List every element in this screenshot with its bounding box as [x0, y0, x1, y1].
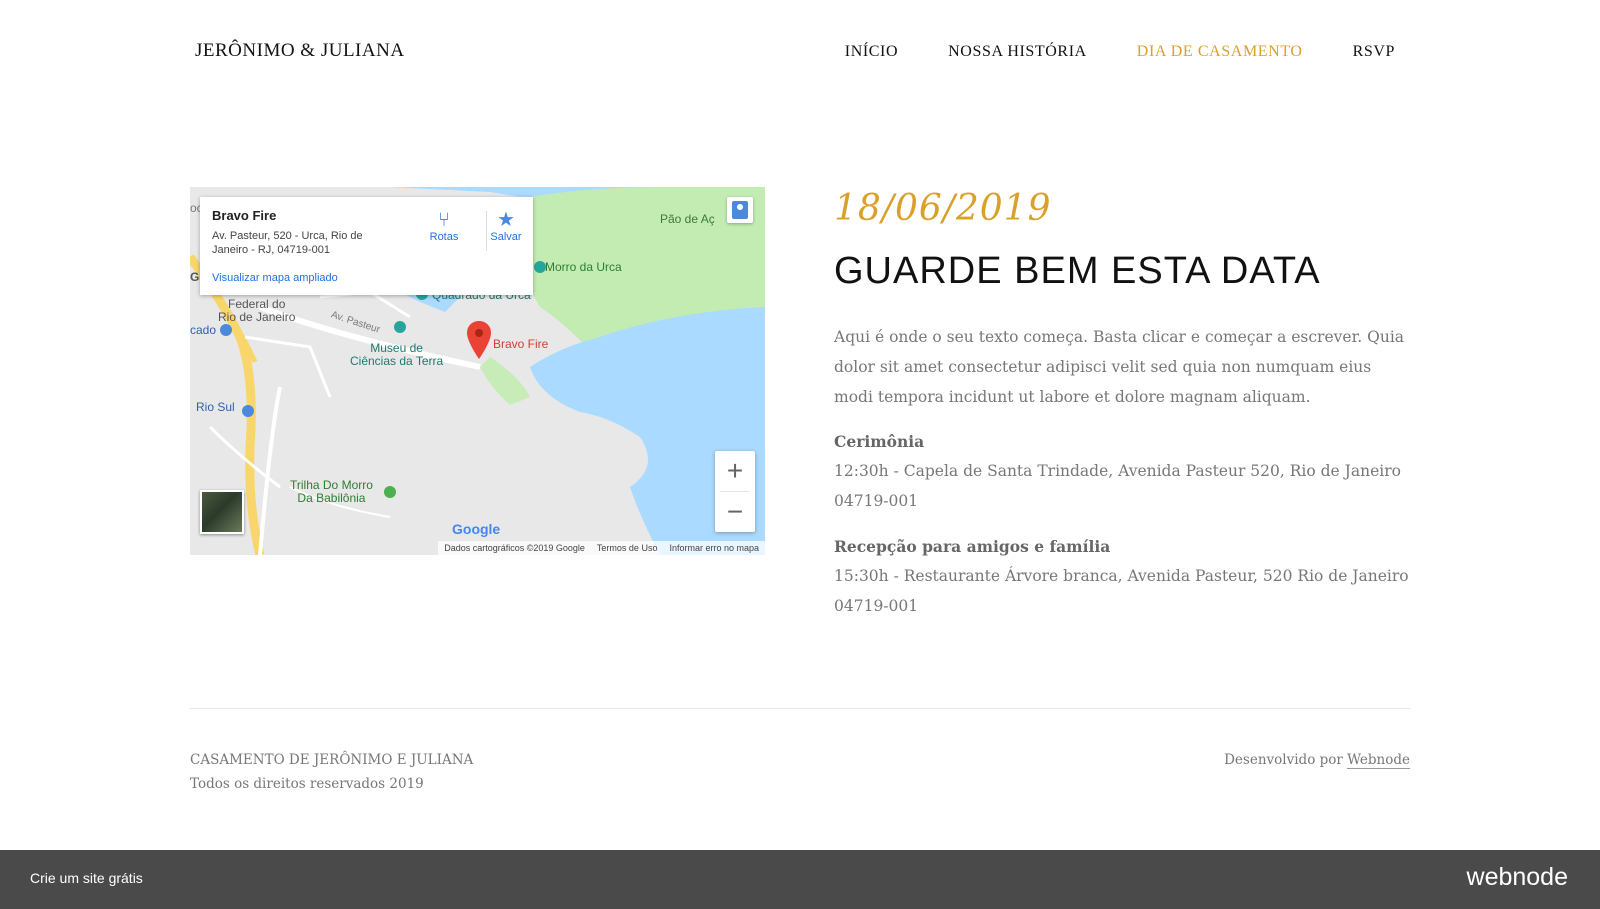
intro-text: Aqui é onde o seu texto começa. Basta cl…	[834, 328, 1405, 406]
reception-details: 15:30h - Restaurante Árvore branca, Aven…	[834, 561, 1414, 621]
reception-line2: 04719-001	[834, 597, 919, 615]
save-button[interactable]: ★ Salvar	[484, 209, 528, 243]
page-headline: GUARDE BEM ESTA DATA	[834, 250, 1321, 292]
reception-line1: 15:30h - Restaurante Árvore branca, Aven…	[834, 567, 1409, 585]
star-icon: ★	[497, 209, 515, 231]
nav-dia-de-casamento[interactable]: DIA DE CASAMENTO	[1137, 43, 1303, 61]
footer-site-name: CASAMENTO DE JERÔNIMO E JULIANA	[190, 752, 474, 768]
map-label-rio-sul: Rio Sul	[196, 400, 235, 414]
footer-credit: Desenvolvido por Webnode	[1224, 752, 1410, 769]
site-header: JERÔNIMO & JULIANA INÍCIO NOSSA HISTÓRIA…	[0, 0, 1600, 110]
directions-button[interactable]: ⑂ Rotas	[422, 209, 466, 243]
site-brand[interactable]: JERÔNIMO & JULIANA	[195, 40, 405, 62]
nav-inicio[interactable]: INÍCIO	[845, 43, 898, 61]
pegman-icon	[732, 201, 748, 219]
create-site-link[interactable]: Crie um site grátis	[30, 870, 143, 886]
map-label-pao-de-acucar: Pão de Aç	[660, 212, 715, 226]
satellite-toggle[interactable]	[200, 490, 244, 534]
map-data-credit: Dados cartográficos ©2019 Google	[444, 543, 585, 553]
embedded-map[interactable]: Pão de Aç Morro da Urca Quadrado da Urca…	[190, 187, 765, 555]
credit-prefix: Desenvolvido por	[1224, 752, 1343, 768]
place-address: Av. Pasteur, 520 - Urca, Rio de Janeiro …	[212, 230, 363, 256]
event-date: 18/06/2019	[834, 188, 1052, 229]
nav-nossa-historia[interactable]: NOSSA HISTÓRIA	[948, 43, 1087, 61]
nav-rsvp[interactable]: RSVP	[1353, 43, 1395, 61]
place-name: Bravo Fire	[212, 208, 277, 223]
map-info-card: Bravo Fire Av. Pasteur, 520 - Urca, Rio …	[200, 197, 533, 295]
ceremony-line1: 12:30h - Capela de Santa Trindade, Aveni…	[834, 462, 1401, 480]
map-marker-label: Bravo Fire	[493, 337, 549, 351]
map-label-g-edge: G	[190, 270, 200, 284]
google-logo: Google	[452, 521, 501, 537]
map-attribution: Dados cartográficos ©2019 Google Termos …	[438, 541, 765, 555]
zoom-controls: + −	[715, 451, 755, 532]
map-label-trilha: Trilha Do Morro Da Babilônia	[290, 478, 373, 505]
larger-map-link[interactable]: Visualizar mapa ampliado	[212, 272, 338, 284]
report-error-link[interactable]: Informar erro no mapa	[669, 541, 759, 555]
webnode-link[interactable]: Webnode	[1347, 752, 1410, 769]
save-label: Salvar	[490, 231, 522, 243]
promo-bar: Crie um site grátis webnode	[0, 850, 1600, 909]
reception-title: Recepção para amigos e família	[834, 537, 1111, 556]
ceremony-details: 12:30h - Capela de Santa Trindade, Aveni…	[834, 456, 1414, 516]
directions-label: Rotas	[429, 231, 459, 243]
map-label-museu: Museu de Ciências da Terra	[350, 341, 444, 368]
zoom-out-button[interactable]: −	[715, 492, 755, 532]
footer-copyright: Todos os direitos reservados 2019	[190, 776, 424, 792]
map-label-cado: cado	[190, 323, 217, 337]
zoom-in-button[interactable]: +	[715, 451, 755, 491]
map-marker-icon[interactable]	[467, 321, 491, 359]
webnode-logo[interactable]: webnode	[1467, 863, 1568, 892]
ceremony-title: Cerimônia	[834, 432, 925, 451]
ceremony-line2: 04719-001	[834, 492, 919, 510]
street-view-pegman[interactable]	[727, 197, 753, 223]
map-label-morro-da-urca: Morro da Urca	[545, 260, 622, 274]
directions-icon: ⑂	[438, 209, 450, 231]
main-nav: INÍCIO NOSSA HISTÓRIA DIA DE CASAMENTO R…	[845, 43, 1395, 61]
footer-divider	[190, 708, 1410, 709]
terms-link[interactable]: Termos de Uso	[597, 541, 658, 555]
